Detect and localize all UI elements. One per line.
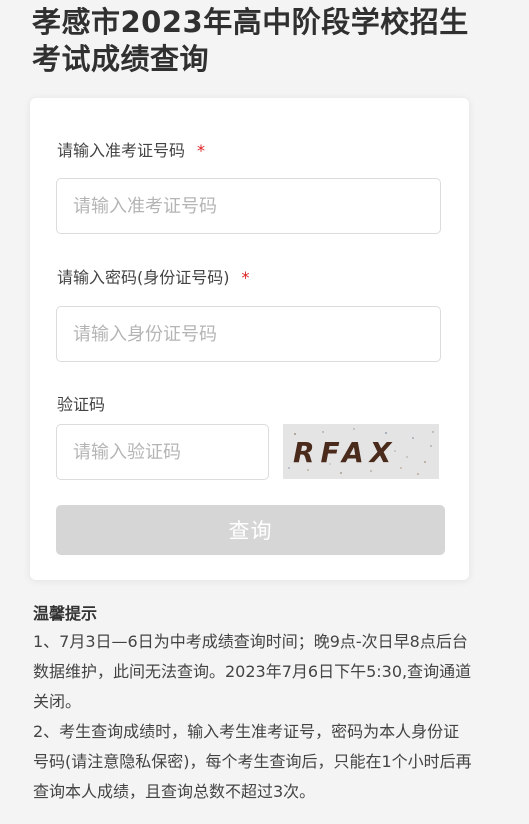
required-mark: * bbox=[241, 268, 250, 287]
query-form-card: 请输入准考证号码 * 请输入密码(身份证号码) * 验证码 bbox=[30, 98, 469, 580]
page-title: 孝感市2023年高中阶段学校招生考试成绩查询 bbox=[32, 5, 469, 76]
page: 孝感市2023年高中阶段学校招生考试成绩查询 请输入准考证号码 * 请输入密码(身… bbox=[0, 0, 529, 824]
tips-item: 2、考生查询成绩时，输入考生准考证号，密码为本人身份证号码(请注意隐私保密)，每… bbox=[33, 722, 472, 801]
captcha-text: RFAX bbox=[293, 436, 397, 469]
password-label-text: 请输入密码(身份证号码) bbox=[57, 268, 230, 287]
tips-title: 温馨提示 bbox=[33, 604, 98, 623]
tips-section: 温馨提示 1、7月3日—6日为中考成绩查询时间；晚9点-次日早8点后台数据维护，… bbox=[33, 603, 473, 807]
exam-number-label-text: 请输入准考证号码 bbox=[57, 141, 186, 160]
password-input[interactable] bbox=[56, 306, 441, 362]
query-button[interactable]: 查询 bbox=[56, 505, 445, 555]
captcha-label: 验证码 bbox=[57, 395, 105, 415]
captcha-label-text: 验证码 bbox=[57, 395, 106, 414]
captcha-svg: RFAX bbox=[283, 424, 439, 479]
exam-number-input[interactable] bbox=[56, 178, 441, 234]
exam-number-label: 请输入准考证号码 * bbox=[57, 141, 205, 161]
tips-item: 1、7月3日—6日为中考成绩查询时间；晚9点-次日早8点后台数据维护，此间无法查… bbox=[33, 632, 472, 711]
required-mark: * bbox=[197, 141, 206, 160]
captcha-image[interactable]: RFAX bbox=[283, 424, 439, 479]
captcha-input[interactable] bbox=[56, 424, 269, 480]
password-label: 请输入密码(身份证号码) * bbox=[57, 268, 250, 288]
